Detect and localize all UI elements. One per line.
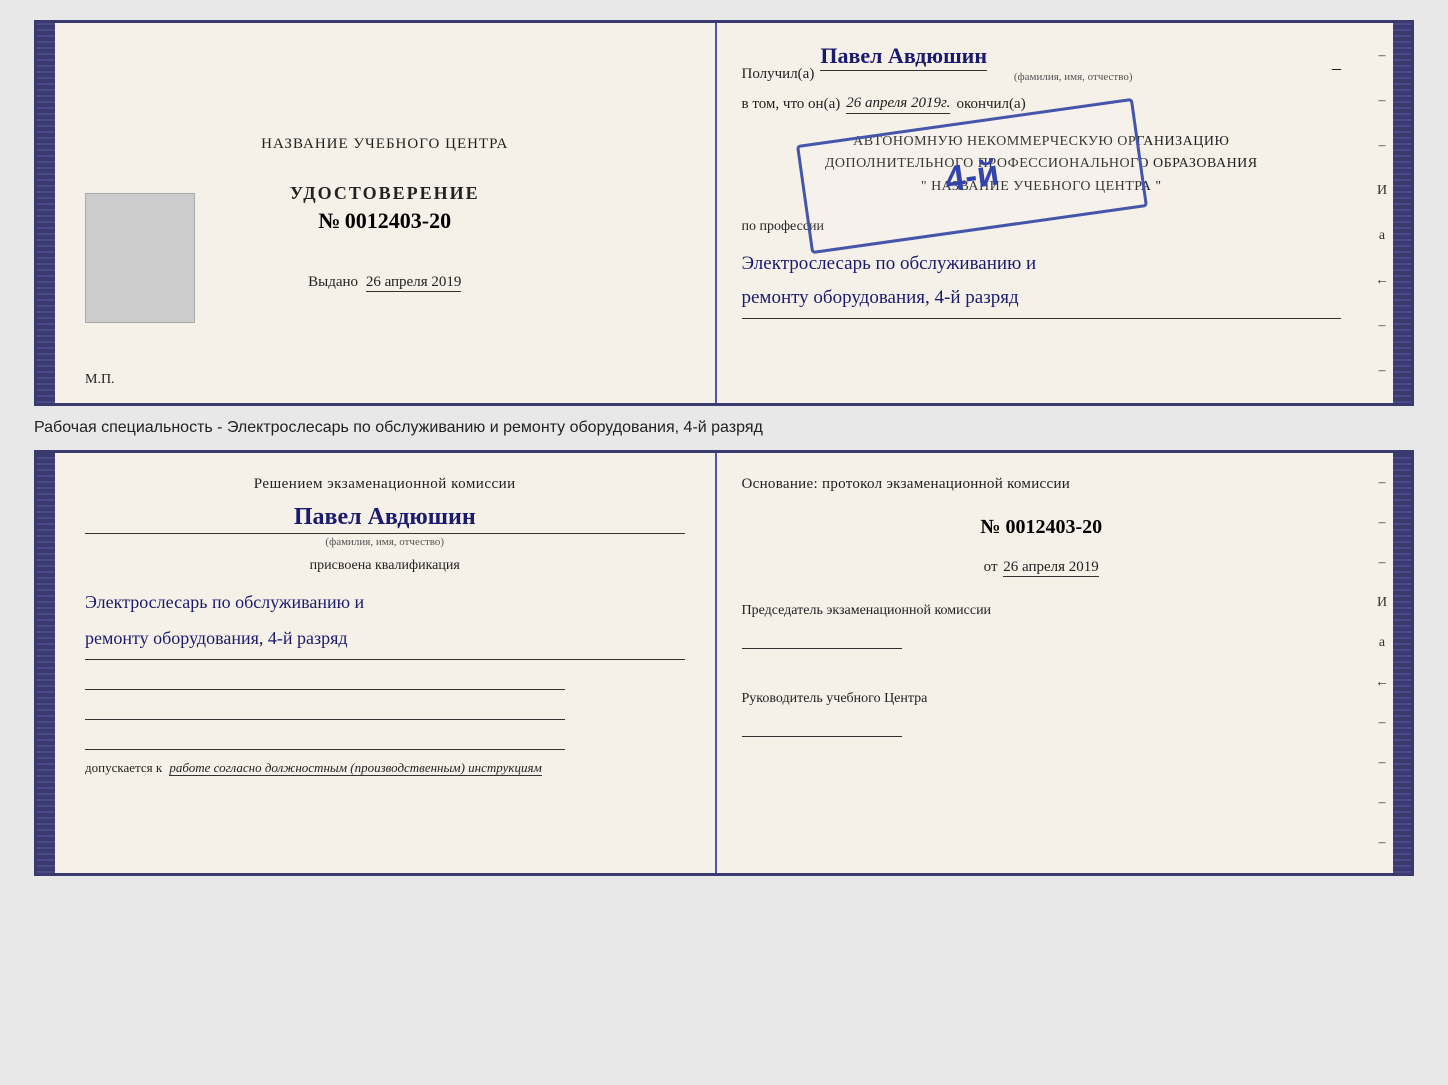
dash-after-name: – — [1332, 58, 1341, 79]
poluchil-row: Получил(a) Павел Авдюшин (фамилия, имя, … — [742, 43, 1342, 83]
dash-4: – — [1379, 312, 1386, 340]
predsedatel-label: Председатель экзаменационной комиссии — [742, 600, 1342, 621]
bottom-right-dashes: – – – И а ← – – – – — [1371, 453, 1393, 873]
profession-line1: Электрослесарь по обслуживанию и — [742, 247, 1342, 281]
bottom-name-block: Павел Авдюшин (фамилия, имя, отчество) — [85, 504, 685, 548]
sig-line-2 — [85, 700, 565, 720]
bdash-i: И — [1377, 589, 1387, 617]
bottom-recipient-name: Павел Авдюшин — [85, 504, 685, 534]
rukovoditel-block: Руководитель учебного Центра — [742, 688, 1342, 742]
name-subtitle: (фамилия, имя, отчество) — [820, 71, 1326, 83]
dash-2: – — [1379, 87, 1386, 115]
bottom-booklet: Решением экзаменационной комиссии Павел … — [34, 450, 1414, 876]
vtom-label: в том, что он(а) — [742, 96, 841, 113]
udostoverenie-block: УДОСТОВЕРЕНИЕ № 0012403-20 — [290, 183, 480, 234]
bottom-booklet-right-page: Основание: протокол экзаменационной коми… — [717, 453, 1372, 873]
rukovoditel-label: Руководитель учебного Центра — [742, 688, 1342, 709]
stamp-number: 4-й — [942, 151, 1001, 200]
osnovanie-title: Основание: протокол экзаменационной коми… — [742, 473, 1342, 496]
top-left-title: НАЗВАНИЕ УЧЕБНОГО ЦЕНТРА — [261, 136, 508, 153]
recipient-name: Павел Авдюшин — [820, 43, 987, 71]
bdash-5: – — [1379, 749, 1386, 777]
reshenie-title: Решением экзаменационной комиссии — [85, 473, 685, 496]
protocol-prefix: № — [980, 516, 1000, 538]
profession-line2: ремонту оборудования, 4-й разряд — [742, 281, 1342, 315]
dopuskaetsya-value: работе согласно должностным (производств… — [169, 760, 541, 776]
bottom-profession-line2: ремонту оборудования, 4-й разряд — [85, 620, 685, 656]
profession-right: Электрослесарь по обслуживанию и ремонту… — [742, 247, 1342, 318]
dopuskaetsya-label: допускается к — [85, 760, 162, 775]
top-booklet-right-page: Получил(a) Павел Авдюшин (фамилия, имя, … — [717, 23, 1372, 403]
bottom-booklet-right-spine — [1393, 453, 1411, 873]
dash-3: – — [1379, 132, 1386, 160]
number-prefix: № — [318, 208, 340, 233]
bottom-profession-line1: Электрослесарь по обслуживанию и — [85, 584, 685, 620]
ot-date-block: от 26 апреля 2019 — [742, 559, 1342, 576]
dopuskaetsya-block: допускается к работе согласно должностны… — [85, 760, 685, 776]
vydano-line: Выдано 26 апреля 2019 — [308, 274, 461, 291]
top-right-dashes: – – – И а ← – – — [1371, 23, 1393, 403]
recipient-name-block: Павел Авдюшин (фамилия, имя, отчество) — [820, 43, 1326, 83]
bdash-7: – — [1379, 829, 1386, 857]
protocol-number: № 0012403-20 — [742, 516, 1342, 539]
vtom-date: 26 апреля 2019г. — [846, 95, 950, 114]
bdash-2: – — [1379, 509, 1386, 537]
top-booklet: НАЗВАНИЕ УЧЕБНОГО ЦЕНТРА УДОСТОВЕРЕНИЕ №… — [34, 20, 1414, 406]
dash-5: – — [1379, 357, 1386, 385]
bdash-a: а — [1379, 629, 1385, 657]
top-booklet-right-spine — [1393, 23, 1411, 403]
protocol-value: 0012403-20 — [1005, 516, 1102, 538]
bdash-4: – — [1379, 709, 1386, 737]
dash-arrow: ← — [1375, 267, 1389, 295]
photo-placeholder — [85, 193, 195, 323]
number-value: 0012403-20 — [345, 208, 451, 233]
ot-prefix: от — [984, 559, 998, 575]
mp-label: М.П. — [85, 372, 115, 388]
top-booklet-left-page: НАЗВАНИЕ УЧЕБНОГО ЦЕНТРА УДОСТОВЕРЕНИЕ №… — [55, 23, 717, 403]
dash-1: – — [1379, 42, 1386, 70]
sig-line-1 — [85, 670, 565, 690]
document-container: НАЗВАНИЕ УЧЕБНОГО ЦЕНТРА УДОСТОВЕРЕНИЕ №… — [34, 20, 1414, 876]
prisvoena-text: присвоена квалификация — [85, 558, 685, 574]
okonchil-label: окончил(а) — [956, 96, 1025, 113]
bottom-profession: Электрослесарь по обслуживанию и ремонту… — [85, 584, 685, 660]
between-text: Рабочая специальность - Электрослесарь п… — [34, 414, 1414, 442]
ot-date-value: 26 апреля 2019 — [1003, 559, 1099, 577]
poluchil-label: Получил(a) — [742, 66, 815, 83]
sig-lines-block — [85, 670, 685, 750]
udostoverenie-title: УДОСТОВЕРЕНИЕ — [290, 183, 480, 204]
top-booklet-left-spine — [37, 23, 55, 403]
predsedatel-sig-line — [742, 629, 902, 649]
sig-line-3 — [85, 730, 565, 750]
bdash-6: – — [1379, 789, 1386, 817]
bottom-name-subtitle: (фамилия, имя, отчество) — [85, 536, 685, 548]
bdash-1: – — [1379, 469, 1386, 497]
vydano-label: Выдано — [308, 274, 358, 290]
stamp-block: 4-й АВТОНОМНУЮ НЕКОММЕРЧЕСКУЮ ОРГАНИЗАЦИ… — [742, 131, 1342, 198]
dash-a: а — [1379, 222, 1385, 250]
udostoverenie-number: № 0012403-20 — [290, 208, 480, 234]
vydano-date: 26 апреля 2019 — [366, 274, 462, 292]
rukovoditel-sig-line — [742, 717, 902, 737]
bottom-booklet-left-spine — [37, 453, 55, 873]
predsedatel-block: Председатель экзаменационной комиссии — [742, 600, 1342, 654]
bdash-3: – — [1379, 549, 1386, 577]
bottom-booklet-left-page: Решением экзаменационной комиссии Павел … — [55, 453, 717, 873]
bdash-arrow: ← — [1375, 669, 1389, 697]
dash-i: И — [1377, 177, 1387, 205]
